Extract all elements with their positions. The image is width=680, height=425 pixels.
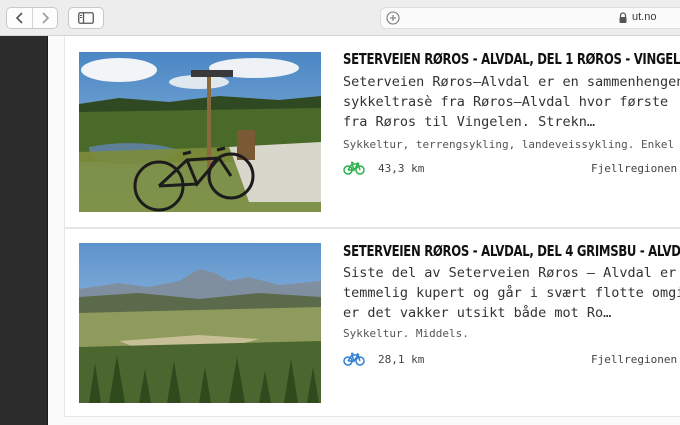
route-distance: 43,3 km — [378, 162, 425, 175]
plus-icon[interactable] — [385, 10, 401, 26]
route-description: Seterveien Røros–Alvdal er en sammenheng… — [343, 72, 680, 132]
description-line: fra Røros til Vingelen. Strekn… — [343, 114, 595, 130]
route-region: Fjellregionen — [591, 353, 678, 366]
chevron-right-icon — [41, 12, 49, 24]
browser-toolbar: ut.no — [0, 0, 680, 36]
lock-icon — [619, 12, 627, 23]
navigation-buttons — [6, 7, 58, 29]
route-meta: 43,3 km Fjellregionen — [343, 160, 680, 178]
description-line: er det vakker utsikt både mot Ro… — [343, 305, 612, 321]
route-distance: 28,1 km — [378, 353, 425, 366]
route-card[interactable]: SETERVEIEN RØROS - ALVDAL, DEL 4 GRIMSBU… — [64, 228, 680, 417]
forward-button[interactable] — [32, 8, 57, 28]
side-panel — [0, 36, 48, 425]
route-tags: Sykkeltur. Middels. — [343, 327, 469, 340]
description-line: sykkeltrasè fra Røros–Alvdal hvor første — [343, 94, 669, 110]
route-description: Siste del av Seterveien Røros – Alvdal e… — [343, 263, 680, 323]
route-meta: 28,1 km Fjellregionen — [343, 351, 680, 369]
route-photo[interactable] — [79, 52, 321, 212]
bicycle-icon — [343, 352, 365, 366]
bicycle-icon — [343, 161, 365, 175]
results-list: SETERVEIEN RØROS - ALVDAL, DEL 1 RØROS -… — [48, 36, 680, 425]
route-tags: Sykkeltur, terrengsykling, landeveissykl… — [343, 138, 675, 151]
route-photo[interactable] — [79, 243, 321, 403]
back-button[interactable] — [7, 8, 33, 28]
url-text: ut.no — [632, 11, 657, 23]
description-line: Siste del av Seterveien Røros – Alvdal e… — [343, 265, 677, 281]
chevron-left-icon — [15, 12, 23, 24]
route-card[interactable]: SETERVEIEN RØROS - ALVDAL, DEL 1 RØROS -… — [64, 36, 680, 228]
description-line: Seterveien Røros–Alvdal er en sammenheng… — [343, 74, 680, 90]
address-bar[interactable]: ut.no — [380, 7, 680, 29]
sidebar-icon — [78, 12, 94, 24]
description-line: temmelig kupert og går i svært flotte om… — [343, 285, 680, 301]
route-region: Fjellregionen — [591, 162, 678, 175]
sidebar-toggle-button[interactable] — [68, 7, 104, 29]
route-title[interactable]: SETERVEIEN RØROS - ALVDAL, DEL 4 GRIMSBU… — [343, 242, 680, 260]
route-title[interactable]: SETERVEIEN RØROS - ALVDAL, DEL 1 RØROS -… — [343, 50, 680, 68]
